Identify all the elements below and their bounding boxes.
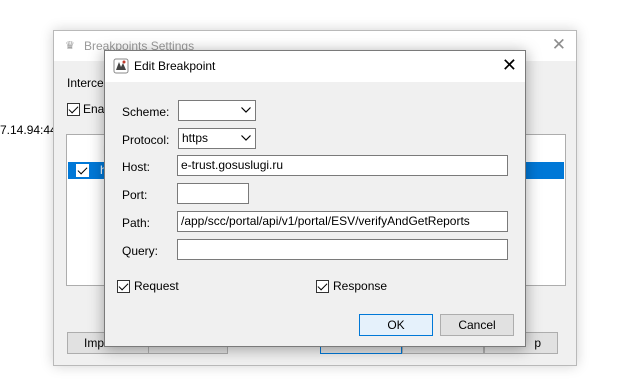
path-input[interactable]: /app/scc/portal/api/v1/portal/ESV/verify… [177, 211, 508, 232]
protocol-select[interactable]: https [178, 128, 256, 149]
response-checkbox-row[interactable]: Response [316, 279, 387, 293]
edit-breakpoint-dialog: Edit Breakpoint ✕ Scheme: Protocol: http… [104, 50, 526, 347]
chevron-down-icon [241, 107, 251, 113]
scheme-select[interactable] [178, 100, 256, 121]
list-item-checkbox[interactable] [76, 164, 89, 177]
intercept-label: Interce [67, 76, 104, 90]
dialog-title-bar: Edit Breakpoint ✕ [105, 51, 525, 82]
port-input[interactable] [177, 183, 249, 204]
dialog-title: Edit Breakpoint [134, 59, 216, 73]
close-icon[interactable]: ✕ [552, 36, 566, 53]
app-icon: ♛ [65, 40, 75, 52]
cancel-button[interactable]: Cancel [440, 314, 514, 336]
query-input[interactable] [177, 239, 508, 260]
request-checkbox-row[interactable]: Request [117, 279, 179, 293]
close-icon[interactable]: ✕ [502, 56, 517, 74]
scheme-label: Scheme: [122, 105, 170, 119]
protocol-label: Protocol: [122, 133, 170, 147]
host-label: Host: [122, 160, 151, 174]
chevron-down-icon [241, 135, 251, 141]
request-label: Request [134, 279, 179, 293]
request-checkbox[interactable] [117, 279, 130, 293]
host-input[interactable]: e-trust.gosuslugi.ru [177, 155, 508, 176]
enable-checkbox[interactable] [67, 102, 80, 116]
path-label: Path: [122, 216, 151, 230]
response-label: Response [333, 279, 388, 293]
charles-app-icon [113, 58, 129, 74]
ok-button[interactable]: OK [359, 314, 433, 336]
port-label: Port: [122, 188, 148, 202]
response-checkbox[interactable] [316, 279, 329, 293]
protocol-value: https [182, 131, 209, 145]
query-label: Query: [122, 244, 159, 258]
